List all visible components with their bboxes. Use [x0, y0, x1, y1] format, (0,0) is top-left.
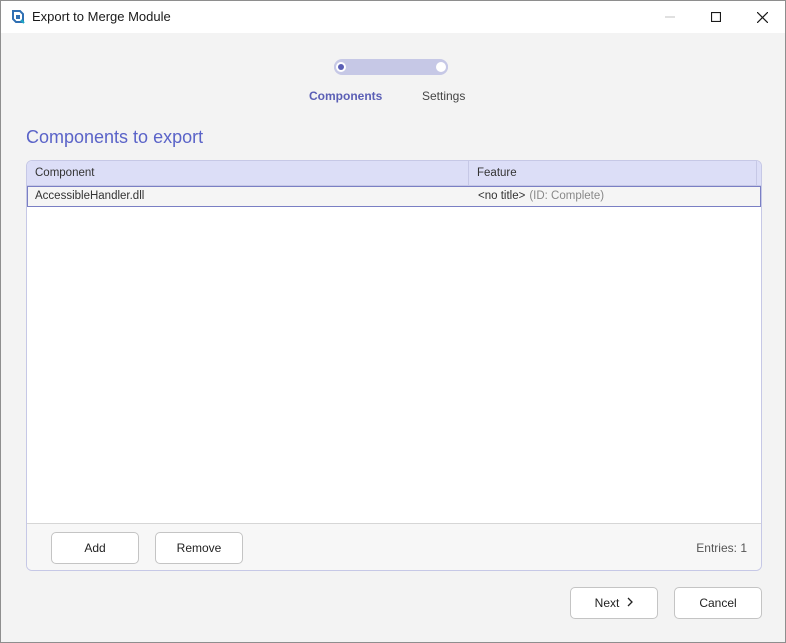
- cancel-button[interactable]: Cancel: [674, 587, 762, 619]
- chevron-right-icon: [627, 596, 634, 610]
- close-button[interactable]: [739, 1, 785, 33]
- remove-button[interactable]: Remove: [155, 532, 243, 564]
- components-panel: Component Feature AccessibleHandler.dll …: [26, 160, 762, 571]
- next-label: Next: [594, 596, 620, 610]
- column-header-feature[interactable]: Feature: [469, 161, 757, 186]
- feature-id: (ID: Complete): [529, 190, 605, 202]
- next-button[interactable]: Next: [570, 587, 658, 619]
- step-label-components[interactable]: Components: [309, 89, 382, 103]
- entries-count: Entries: 1: [696, 541, 747, 555]
- panel-footer: Add Remove Entries: 1: [27, 523, 761, 570]
- cell-component: AccessibleHandler.dll: [35, 190, 145, 202]
- minimize-icon: [665, 16, 675, 18]
- export-dialog-window: Export to Merge Module Components Settin…: [0, 0, 786, 643]
- title-bar: Export to Merge Module: [1, 1, 785, 33]
- minimize-button[interactable]: [647, 1, 693, 33]
- step-indicator-settings: [434, 60, 448, 74]
- cell-feature: <no title> (ID: Complete): [478, 187, 604, 206]
- step-label-settings[interactable]: Settings: [422, 89, 465, 103]
- section-title: Components to export: [26, 127, 204, 147]
- close-icon: [756, 11, 768, 23]
- stepper-track: [334, 59, 448, 75]
- step-indicator-components: [334, 60, 348, 74]
- maximize-icon: [711, 12, 721, 22]
- table-row[interactable]: AccessibleHandler.dll <no title> (ID: Com…: [27, 186, 761, 207]
- window-title: Export to Merge Module: [32, 9, 171, 24]
- app-icon: [10, 9, 26, 25]
- column-header-component[interactable]: Component: [27, 161, 469, 186]
- add-button[interactable]: Add: [51, 532, 139, 564]
- table-header: Component Feature: [27, 161, 761, 186]
- feature-title: <no title>: [478, 190, 526, 202]
- maximize-button[interactable]: [693, 1, 739, 33]
